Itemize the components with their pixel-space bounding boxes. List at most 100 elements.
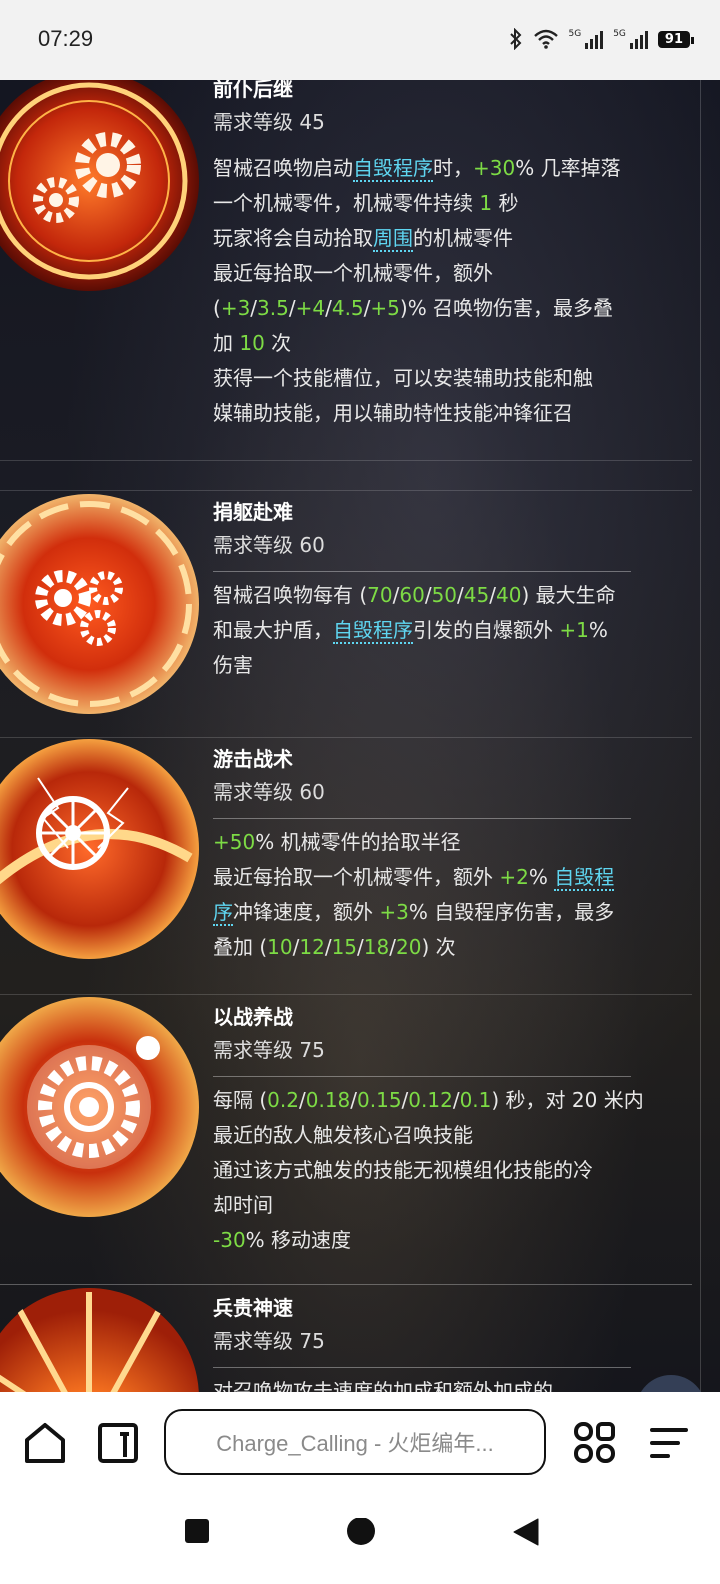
talent-text: 捐躯赴难 需求等级 60 智械召唤物每有 (70/60/50/45/40) 最大…: [213, 497, 683, 683]
system-home-button[interactable]: [346, 1517, 376, 1552]
description-line: 通过该方式触发的技能无视模组化技能的冷: [213, 1153, 683, 1188]
tabs-button[interactable]: [96, 1420, 152, 1472]
description-line: 序冲锋速度，额外 +3% 自毁程序伤害，最多: [213, 895, 683, 930]
description-line: 对召唤物攻击速度的加成和额外加成的: [213, 1374, 683, 1392]
description-line: 伤害: [213, 648, 683, 683]
stat-value: 18: [363, 935, 390, 959]
signal-5g-icon: 5G: [569, 29, 604, 49]
stat-value: 45: [463, 583, 490, 607]
talent-description: 对召唤物攻击速度的加成和额外加成的: [213, 1374, 683, 1392]
signal-5g-icon: 5G: [613, 29, 648, 49]
keyword-link[interactable]: 周围: [373, 226, 413, 252]
apps-button[interactable]: [572, 1420, 628, 1472]
description-line: 最近每拾取一个机械零件，额外 +2% 自毁程: [213, 860, 683, 895]
menu-button[interactable]: [646, 1420, 702, 1472]
description-text: 伤害: [213, 653, 253, 677]
description-text: /: [324, 935, 332, 959]
stat-value: 0.2: [267, 1088, 299, 1112]
talent-card: 捐躯赴难 需求等级 60 智械召唤物每有 (70/60/50/45/40) 最大…: [0, 490, 692, 738]
description-line: -30% 移动速度: [213, 1223, 683, 1258]
description-line: 最近的敌人触发核心召唤技能: [213, 1118, 683, 1153]
description-line: 获得一个技能槽位，可以安装辅助技能和触: [213, 361, 683, 396]
description-text: 加: [213, 331, 240, 355]
description-line: 一个机械零件，机械零件持续 1 秒: [213, 186, 683, 221]
description-line: 却时间: [213, 1188, 683, 1223]
recents-button[interactable]: [184, 1518, 210, 1548]
talent-title: 兵贵神速: [213, 1296, 293, 1320]
burst-gear-talent-icon: [0, 996, 200, 1218]
talent-description: +50% 机械零件的拾取半径 最近每拾取一个机械零件，额外 +2% 自毁程 序冲锋速…: [213, 825, 683, 965]
system-navigation: [0, 1504, 720, 1560]
description-line: 智械召唤物每有 (70/60/50/45/40) 最大生命: [213, 578, 683, 613]
description-line: +50% 机械零件的拾取半径: [213, 825, 683, 860]
description-line: 智械召唤物启动自毁程序时，+30% 几率掉落: [213, 151, 683, 186]
description-text: /: [350, 1088, 358, 1112]
gears-talent-icon: [0, 493, 200, 715]
wifi-icon: [533, 29, 558, 49]
description-text: %: [588, 618, 608, 642]
keyword-link[interactable]: 自毁程序: [333, 618, 413, 644]
talent-level: 需求等级 45: [213, 110, 325, 134]
description-text: 最近的敌人触发核心召唤技能: [213, 1123, 473, 1147]
description-text: 时，: [433, 156, 473, 180]
description-text: 叠加 (: [213, 935, 268, 959]
description-text: % 几率掉落: [515, 156, 621, 180]
battery-icon: 91: [657, 30, 695, 48]
keyword-link[interactable]: 序: [213, 900, 233, 926]
description-text: /: [288, 296, 296, 320]
description-text: 媒辅助技能，用以辅助特性技能冲锋征召: [213, 401, 573, 425]
article-content[interactable]: 前仆后继 需求等级 45 智械召唤物启动自毁程序时，+30% 几率掉落 一个机械零…: [0, 80, 720, 1392]
stat-value: +3: [220, 296, 251, 320]
description-text: % 机械零件的拾取半径: [255, 830, 461, 854]
stat-value: 4.5: [331, 296, 364, 320]
stat-value: +1: [559, 618, 589, 642]
description-text: 获得一个技能槽位，可以安装辅助技能和触: [213, 366, 593, 390]
talent-card: 兵贵神速 需求等级 75 对召唤物攻击速度的加成和额外加成的: [0, 1284, 692, 1392]
stat-value: 10: [267, 935, 293, 959]
address-bar[interactable]: Charge_Calling - 火炬编年...: [164, 1409, 546, 1475]
home-circle-icon: [347, 1517, 375, 1545]
home-button[interactable]: [22, 1420, 78, 1472]
talent-title: 捐躯赴难: [213, 500, 293, 524]
talent-text: 兵贵神速 需求等级 75 对召唤物攻击速度的加成和额外加成的: [213, 1293, 683, 1392]
description-line: 加 10 次: [213, 326, 683, 361]
description-text: /: [357, 935, 364, 959]
back-triangle-icon: [513, 1518, 539, 1546]
description-text: 一个机械零件，机械零件持续: [213, 191, 480, 215]
back-button[interactable]: [512, 1518, 540, 1550]
talent-level: 需求等级 75: [213, 1329, 325, 1353]
talent-text: 以战养战 需求等级 75 每隔 (0.2/0.18/0.15/0.12/0.1)…: [213, 1002, 683, 1258]
stat-value: +50: [213, 830, 256, 854]
divider: [213, 571, 631, 572]
stat-value: 70: [367, 583, 393, 607]
status-bar: 07:29 5G 5G 91: [0, 0, 720, 80]
keyword-link[interactable]: 自毁程序: [353, 156, 433, 182]
keyword-link[interactable]: 自毁程: [554, 865, 615, 891]
divider: [213, 1367, 631, 1368]
description-text: ) 次: [421, 935, 456, 959]
home-icon: [25, 1423, 65, 1463]
stat-value: +2: [499, 865, 529, 889]
stat-value: 0.12: [408, 1088, 453, 1112]
talent-level: 需求等级 60: [213, 780, 325, 804]
talent-level: 需求等级 60: [213, 533, 325, 557]
divider: [213, 1076, 631, 1077]
description-line: 和最大护盾，自毁程序引发的自爆额外 +1%: [213, 613, 683, 648]
description-text: /: [489, 583, 496, 607]
bluetooth-icon: [509, 28, 521, 50]
stat-value: +3: [379, 900, 409, 924]
description-text: 次: [264, 331, 292, 355]
talent-level: 需求等级 75: [213, 1038, 325, 1062]
description-text: 智械召唤物启动: [213, 156, 353, 180]
talent-title: 以战养战: [213, 1005, 293, 1029]
stat-value: -30: [213, 1228, 246, 1252]
description-text: 通过该方式触发的技能无视模组化技能的冷: [213, 1158, 593, 1182]
stat-value: 20: [395, 935, 422, 959]
description-text: ) 秒，对 20 米内: [491, 1088, 644, 1112]
talent-card: 前仆后继 需求等级 45 智械召唤物启动自毁程序时，+30% 几率掉落 一个机械零…: [0, 80, 692, 461]
description-line: 最近每拾取一个机械零件，额外: [213, 256, 683, 291]
menu-icon: [650, 1428, 688, 1458]
description-text: 最近每拾取一个机械零件，额外: [213, 865, 500, 889]
description-text: 的机械零件: [413, 226, 513, 250]
description-line: 玩家将会自动拾取周围的机械零件: [213, 221, 683, 256]
